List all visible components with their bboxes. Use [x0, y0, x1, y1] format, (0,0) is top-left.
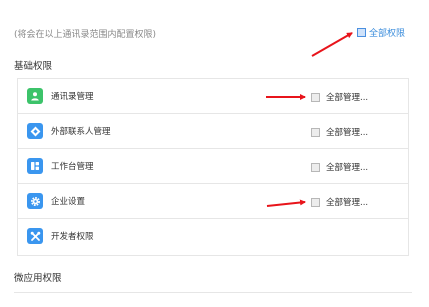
manage-all-toggle[interactable]: 全部管理...: [311, 161, 368, 173]
permission-label: 外部联系人管理: [51, 127, 111, 137]
permission-label: 通讯录管理: [51, 92, 94, 102]
settings-gear-icon: [27, 193, 43, 209]
annotation-arrow: [311, 32, 353, 57]
all-permissions-label: 全部权限: [369, 29, 406, 39]
manage-all-toggle[interactable]: 全部管理...: [311, 91, 368, 103]
manage-all-checkbox[interactable]: [311, 162, 320, 172]
manage-all-toggle[interactable]: 全部管理...: [311, 196, 368, 208]
permission-row-workbench: 工作台管理 全部管理...: [18, 149, 408, 184]
manage-all-checkbox[interactable]: [311, 197, 320, 207]
developer-tools-icon: [27, 228, 43, 244]
permission-row-contacts: 通讯录管理 全部管理...: [18, 79, 408, 114]
manage-all-label: 全部管理...: [326, 128, 369, 138]
manage-all-checkbox[interactable]: [311, 127, 320, 137]
section-divider: [14, 292, 412, 293]
manage-all-label: 全部管理...: [326, 163, 369, 173]
permission-label: 工作台管理: [51, 162, 94, 172]
manage-all-toggle[interactable]: 全部管理...: [311, 126, 368, 138]
external-contacts-icon: [27, 123, 43, 139]
permission-label: 企业设置: [51, 197, 86, 207]
permission-label: 开发者权限: [51, 232, 94, 242]
basic-permissions-title: 基础权限: [14, 61, 53, 72]
all-permissions-toggle[interactable]: 全部权限: [357, 26, 405, 39]
workbench-icon: [27, 158, 43, 174]
all-permissions-checkbox[interactable]: [357, 28, 366, 37]
manage-all-label: 全部管理...: [326, 93, 369, 103]
panel-bottom-gap: [289, 256, 410, 264]
permission-row-developer: 开发者权限: [18, 219, 408, 254]
contacts-icon: [27, 88, 43, 104]
permission-row-enterprise-settings: 企业设置 全部管理...: [18, 184, 408, 219]
basic-permissions-panel: 通讯录管理 全部管理... 外部联系人管理 全部管理... 工作台管理 全部管理…: [17, 78, 409, 256]
micro-app-permissions-title: 微应用权限: [14, 273, 62, 284]
manage-all-label: 全部管理...: [326, 198, 369, 208]
manage-all-checkbox[interactable]: [311, 92, 320, 102]
scope-note: (将会在以上通讯录范围内配置权限): [14, 30, 157, 40]
permission-row-external-contacts: 外部联系人管理 全部管理...: [18, 114, 408, 149]
